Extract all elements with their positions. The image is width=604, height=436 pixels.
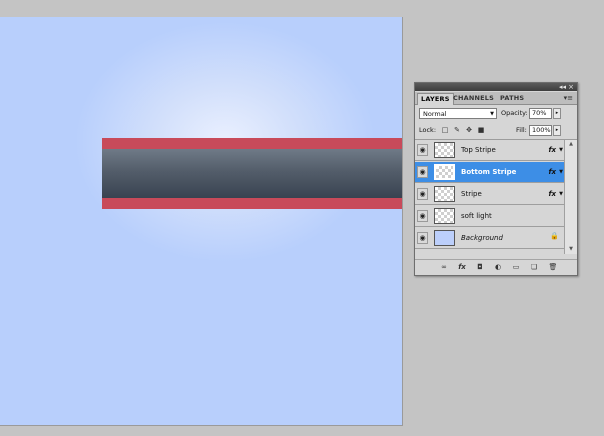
transparent-icon: [434, 208, 455, 224]
fill-label: Fill:: [516, 126, 527, 134]
layers-scrollbar[interactable]: ▲ ▼: [564, 140, 577, 254]
visibility-eye-icon[interactable]: ◉: [417, 144, 428, 156]
lock-icon: 🔒: [550, 232, 559, 240]
transparent-icon: [434, 186, 455, 202]
visibility-eye-icon[interactable]: ◉: [417, 166, 428, 178]
panel-tabs: LAYERS CHANNELS PATHS: [415, 92, 577, 105]
add-mask-icon[interactable]: ◘: [475, 262, 485, 272]
fx-badge[interactable]: fx: [548, 184, 556, 205]
visibility-eye-icon[interactable]: ◉: [417, 232, 428, 244]
fill-input[interactable]: 100%: [529, 125, 552, 136]
expand-effects-icon[interactable]: ▼: [559, 162, 563, 183]
fx-badge[interactable]: fx: [548, 162, 556, 183]
fill-value: 100%: [532, 126, 551, 134]
layer-list: ◉ Top Stripe fx ▼ ◉ Bottom Stripe fx ▼ ◉…: [415, 140, 564, 254]
layer-name: Top Stripe: [461, 146, 496, 154]
expand-effects-icon[interactable]: ▼: [559, 184, 563, 205]
lock-fill-row: Lock: □ ✎ ✥ ■ Fill: 100% ▸: [415, 123, 577, 140]
collapse-icon[interactable]: ◂◂: [559, 83, 566, 91]
opacity-arrow[interactable]: ▸: [553, 108, 561, 119]
scroll-up-icon[interactable]: ▲: [565, 140, 577, 149]
scroll-down-icon[interactable]: ▼: [565, 245, 577, 254]
panel-menu-icon[interactable]: ▾≡: [564, 93, 573, 103]
opacity-input[interactable]: 70%: [529, 108, 552, 119]
tab-paths[interactable]: PATHS: [497, 93, 527, 104]
fx-badge[interactable]: fx: [548, 140, 556, 161]
blend-opacity-row: Normal ▼ Opacity: 70% ▸: [415, 107, 577, 123]
visibility-eye-icon[interactable]: ◉: [417, 188, 428, 200]
layer-name: soft light: [461, 212, 492, 220]
layer-row-background[interactable]: ◉ Background 🔒: [415, 228, 564, 249]
layer-row-top-stripe[interactable]: ◉ Top Stripe fx ▼: [415, 140, 564, 161]
link-layers-icon[interactable]: ∞: [439, 262, 449, 272]
new-layer-icon[interactable]: ❏: [529, 262, 539, 272]
delete-layer-icon[interactable]: 🗑: [548, 262, 558, 272]
fill-arrow[interactable]: ▸: [553, 125, 561, 136]
adjustment-layer-icon[interactable]: ◐: [493, 262, 503, 272]
layers-panel: ◂◂ × LAYERS CHANNELS PATHS ▾≡ Normal ▼ O…: [414, 82, 578, 276]
expand-effects-icon[interactable]: ▼: [559, 140, 563, 161]
layer-row-soft-light[interactable]: ◉ soft light: [415, 206, 564, 227]
panel-titlebar[interactable]: ◂◂ ×: [415, 83, 577, 91]
layer-row-bottom-stripe[interactable]: ◉ Bottom Stripe fx ▼: [415, 162, 564, 183]
layer-name: Stripe: [461, 190, 482, 198]
transparent-icon: [434, 142, 455, 158]
document-canvas[interactable]: [0, 17, 403, 426]
lock-all-icon[interactable]: ■: [477, 126, 485, 134]
layer-row-stripe[interactable]: ◉ Stripe fx ▼: [415, 184, 564, 205]
layer-name: Background: [461, 234, 503, 242]
lock-transparent-icon[interactable]: □: [441, 126, 449, 134]
blue-fill: [434, 230, 455, 246]
lock-paint-icon[interactable]: ✎: [453, 126, 461, 134]
lock-move-icon[interactable]: ✥: [465, 126, 473, 134]
fx-icon[interactable]: fx: [457, 262, 467, 272]
dark-stripe: [102, 149, 402, 198]
lock-label: Lock:: [419, 126, 437, 134]
visibility-eye-icon[interactable]: ◉: [417, 210, 428, 222]
tab-layers[interactable]: LAYERS: [417, 93, 454, 105]
blend-mode-select[interactable]: Normal ▼: [419, 108, 497, 119]
new-group-icon[interactable]: ▭: [511, 262, 521, 272]
chevron-down-icon: ▼: [490, 111, 494, 117]
tab-channels[interactable]: CHANNELS: [450, 93, 497, 104]
blend-mode-value: Normal: [423, 110, 447, 118]
panel-bottom-bar: ∞ fx ◘ ◐ ▭ ❏ 🗑: [415, 259, 577, 274]
opacity-value: 70%: [532, 109, 547, 117]
transparent-icon: [434, 164, 455, 180]
close-icon[interactable]: ×: [568, 83, 574, 91]
layer-name: Bottom Stripe: [461, 168, 517, 176]
opacity-label: Opacity:: [501, 109, 528, 117]
